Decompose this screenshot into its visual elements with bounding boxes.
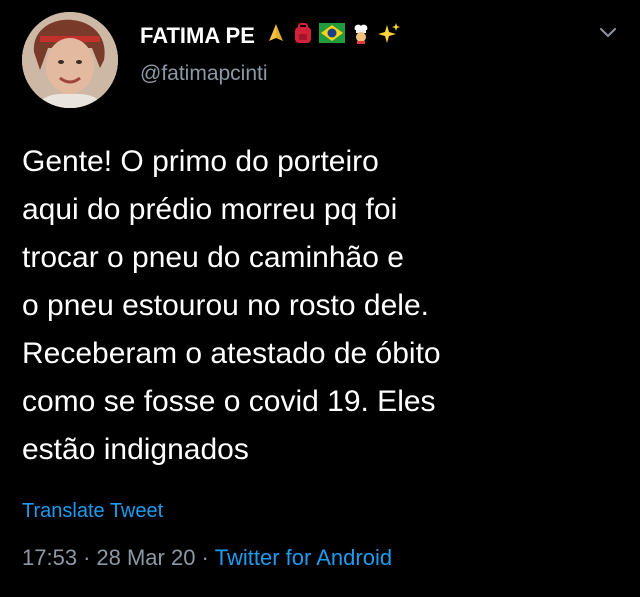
- chef-icon: [350, 22, 372, 50]
- backpack-icon: [292, 22, 314, 50]
- translate-tweet-link[interactable]: Translate Tweet: [22, 500, 163, 523]
- tweet-time[interactable]: 17:53: [22, 545, 77, 570]
- tweet-text: Gente! O primo do porteiro aqui do prédi…: [22, 138, 622, 474]
- folded-hands-icon: [265, 22, 287, 50]
- author-handle[interactable]: @fatimapcinti: [140, 62, 268, 86]
- tweet-line: aqui do prédio morreu pq foi: [22, 193, 398, 226]
- meta-separator: ·: [83, 545, 91, 570]
- sparkles-icon: [377, 22, 401, 50]
- brazil-flag-icon: [318, 23, 345, 49]
- tweet-line: Gente! O primo do porteiro: [22, 145, 379, 178]
- author-name[interactable]: FATIMA PE: [140, 23, 255, 49]
- name-emojis: [265, 22, 401, 50]
- tweet-date[interactable]: 28 Mar 20: [96, 545, 195, 570]
- avatar[interactable]: [22, 12, 118, 108]
- tweet-line: trocar o pneu do caminhão e: [22, 241, 404, 274]
- tweet-line: Receberam o atestado de óbito: [22, 337, 441, 370]
- tweet-line: estão indignados: [22, 433, 249, 466]
- tweet-metadata: 17:53 · 28 Mar 20 · Twitter for Android: [22, 545, 392, 571]
- chevron-down-icon[interactable]: [598, 26, 618, 40]
- author-name-row[interactable]: FATIMA PE: [140, 22, 401, 50]
- tweet-source-link[interactable]: Twitter for Android: [215, 545, 392, 570]
- tweet-line: como se fosse o covid 19. Eles: [22, 385, 436, 418]
- tweet-line: o pneu estourou no rosto dele.: [22, 289, 429, 322]
- meta-separator: ·: [201, 545, 209, 570]
